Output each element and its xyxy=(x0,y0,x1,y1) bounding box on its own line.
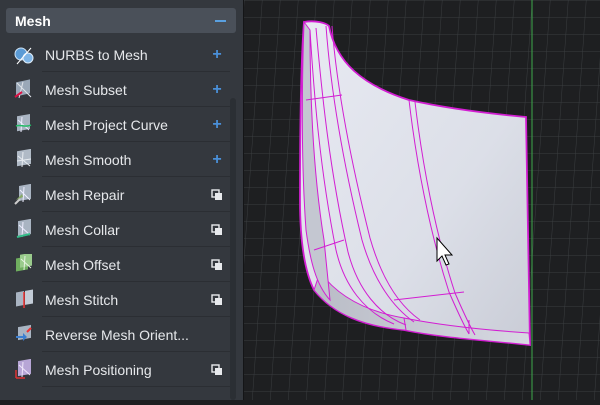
modeling-viewport[interactable] xyxy=(176,0,600,400)
mesh-subset-icon xyxy=(13,78,35,101)
tool-item-label: Mesh Collar xyxy=(45,221,120,238)
mesh-palette: Mesh NURBS to Mesh + Mesh Subset + Mesh Proj… xyxy=(0,0,244,400)
palette-header[interactable]: Mesh xyxy=(6,8,236,33)
tool-item-label: Mesh Smooth xyxy=(45,151,132,168)
open-window-icon[interactable] xyxy=(210,363,224,377)
mesh-stitch-icon xyxy=(13,288,35,311)
tool-item-mesh-project-curve[interactable]: Mesh Project Curve + xyxy=(0,107,244,142)
plus-icon[interactable]: + xyxy=(210,81,224,97)
tool-item-reverse-mesh-orient[interactable]: Reverse Mesh Orient... xyxy=(0,317,244,352)
palette-title: Mesh xyxy=(15,12,51,29)
open-window-icon[interactable] xyxy=(210,188,224,202)
viewport-canvas[interactable] xyxy=(176,0,600,400)
tool-item-label: Mesh Offset xyxy=(45,256,121,273)
tool-item-mesh-stitch[interactable]: Mesh Stitch xyxy=(0,282,244,317)
tool-item-mesh-smooth[interactable]: Mesh Smooth + xyxy=(0,142,244,177)
open-window-icon[interactable] xyxy=(210,293,224,307)
mesh-offset-icon xyxy=(13,253,35,276)
tool-item-mesh-positioning[interactable]: Mesh Positioning xyxy=(0,352,244,387)
plus-icon[interactable]: + xyxy=(210,116,224,132)
mesh-positioning-icon xyxy=(13,358,35,381)
palette-scrollbar[interactable] xyxy=(230,98,236,400)
tool-item-label: NURBS to Mesh xyxy=(45,46,148,63)
tool-item-label: Mesh Positioning xyxy=(45,361,152,378)
tool-list: NURBS to Mesh + Mesh Subset + Mesh Project C… xyxy=(0,37,244,387)
tool-item-label: Reverse Mesh Orient... xyxy=(45,326,189,343)
tool-item-mesh-repair[interactable]: Mesh Repair xyxy=(0,177,244,212)
mesh-collar-icon xyxy=(13,218,35,241)
mesh-smooth-icon xyxy=(13,148,35,171)
mesh-repair-icon xyxy=(13,183,35,206)
tool-item-mesh-collar[interactable]: Mesh Collar xyxy=(0,212,244,247)
reverse-mesh-orient-icon xyxy=(13,324,35,346)
plus-icon[interactable]: + xyxy=(210,151,224,167)
tool-item-label: Mesh Repair xyxy=(45,186,125,203)
tool-item-nurbs-to-mesh[interactable]: NURBS to Mesh + xyxy=(0,37,244,72)
tool-item-mesh-subset[interactable]: Mesh Subset + xyxy=(0,72,244,107)
tool-item-mesh-offset[interactable]: Mesh Offset xyxy=(0,247,244,282)
action-placeholder xyxy=(210,328,224,342)
nurbs-to-mesh-icon xyxy=(13,44,35,66)
mesh-project-curve-icon xyxy=(13,113,35,136)
tool-item-label: Mesh Subset xyxy=(45,81,127,98)
collapse-icon[interactable] xyxy=(215,19,226,22)
open-window-icon[interactable] xyxy=(210,223,224,237)
plus-icon[interactable]: + xyxy=(210,46,224,62)
tool-item-label: Mesh Project Curve xyxy=(45,116,168,133)
open-window-icon[interactable] xyxy=(210,258,224,272)
tool-item-label: Mesh Stitch xyxy=(45,291,119,308)
